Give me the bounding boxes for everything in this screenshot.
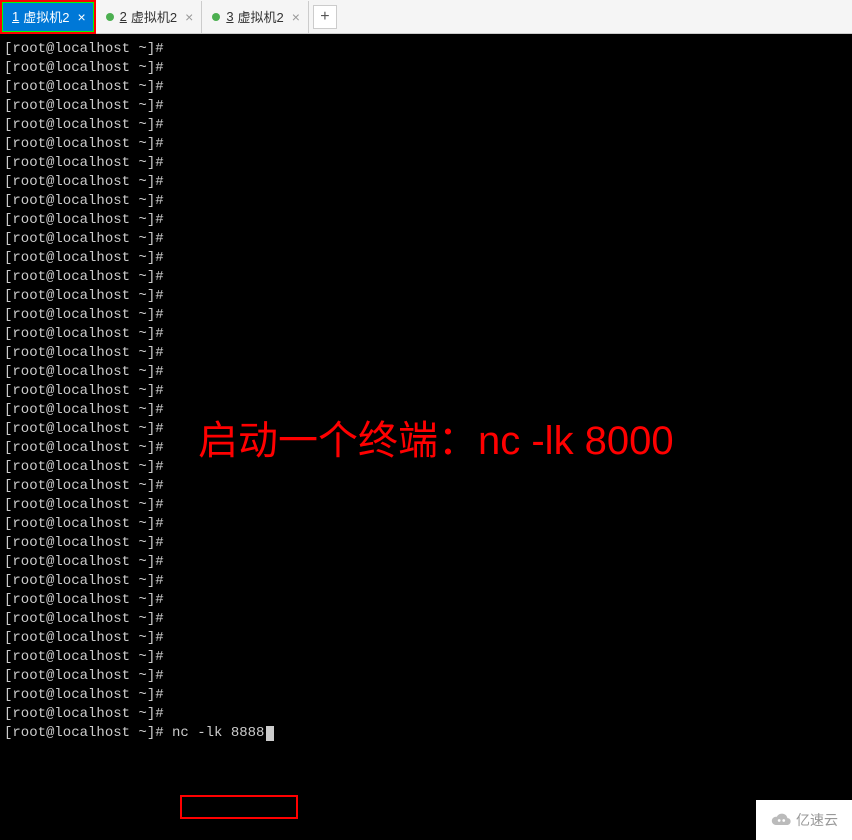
terminal-prompt-line: [root@localhost ~]#: [4, 116, 848, 135]
terminal-command-line: [root@localhost ~]# nc -lk 8888: [4, 724, 848, 743]
close-icon[interactable]: ×: [185, 9, 193, 25]
tab-bar: 1 虚拟机2 × 2 虚拟机2 × 3 虚拟机2 × +: [0, 0, 852, 34]
terminal-prompt-line: [root@localhost ~]#: [4, 78, 848, 97]
terminal-prompt-line: [root@localhost ~]#: [4, 154, 848, 173]
terminal-prompt-line: [root@localhost ~]#: [4, 515, 848, 534]
close-icon[interactable]: ×: [77, 9, 85, 25]
terminal-prompt-line: [root@localhost ~]#: [4, 591, 848, 610]
terminal-prompt-line: [root@localhost ~]#: [4, 40, 848, 59]
tab-label: 虚拟机2: [131, 7, 177, 26]
tab-number: 2: [120, 9, 127, 24]
tab-2[interactable]: 2 虚拟机2 ×: [96, 1, 203, 33]
terminal-prompt-line: [root@localhost ~]#: [4, 230, 848, 249]
terminal-prompt-line: [root@localhost ~]#: [4, 572, 848, 591]
terminal-prompt-line: [root@localhost ~]#: [4, 268, 848, 287]
tab-number: 1: [12, 9, 19, 24]
tab-number: 3: [226, 9, 233, 24]
terminal-prompt-line: [root@localhost ~]#: [4, 59, 848, 78]
status-dot-icon: [106, 13, 114, 21]
terminal-prompt-line: [root@localhost ~]#: [4, 496, 848, 515]
status-dot-icon: [212, 13, 220, 21]
terminal-prompt-line: [root@localhost ~]#: [4, 534, 848, 553]
watermark-text: 亿速云: [796, 810, 838, 830]
cloud-icon: [770, 811, 792, 829]
terminal-prompt-line: [root@localhost ~]#: [4, 287, 848, 306]
add-tab-button[interactable]: +: [313, 5, 337, 29]
terminal-output[interactable]: [root@localhost ~]#[root@localhost ~]#[r…: [0, 34, 852, 840]
terminal-prompt-line: [root@localhost ~]#: [4, 686, 848, 705]
terminal-prompt-line: [root@localhost ~]#: [4, 439, 848, 458]
terminal-prompt-line: [root@localhost ~]#: [4, 420, 848, 439]
terminal-prompt-line: [root@localhost ~]#: [4, 458, 848, 477]
terminal-prompt-line: [root@localhost ~]#: [4, 401, 848, 420]
terminal-prompt-line: [root@localhost ~]#: [4, 97, 848, 116]
terminal-prompt-line: [root@localhost ~]#: [4, 211, 848, 230]
terminal-prompt-line: [root@localhost ~]#: [4, 173, 848, 192]
terminal-prompt-line: [root@localhost ~]#: [4, 249, 848, 268]
terminal-prompt-line: [root@localhost ~]#: [4, 135, 848, 154]
terminal-prompt-line: [root@localhost ~]#: [4, 306, 848, 325]
terminal-prompt-line: [root@localhost ~]#: [4, 344, 848, 363]
terminal-prompt-line: [root@localhost ~]#: [4, 363, 848, 382]
terminal-prompt-line: [root@localhost ~]#: [4, 325, 848, 344]
terminal-prompt-line: [root@localhost ~]#: [4, 382, 848, 401]
terminal-prompt-line: [root@localhost ~]#: [4, 705, 848, 724]
terminal-prompt-line: [root@localhost ~]#: [4, 667, 848, 686]
terminal-prompt-line: [root@localhost ~]#: [4, 192, 848, 211]
tab-label: 虚拟机2: [23, 7, 69, 26]
terminal-prompt-line: [root@localhost ~]#: [4, 648, 848, 667]
terminal-prompt-line: [root@localhost ~]#: [4, 553, 848, 572]
close-icon[interactable]: ×: [292, 9, 300, 25]
cursor-icon: [266, 726, 274, 741]
tab-label: 虚拟机2: [238, 7, 284, 26]
terminal-prompt-line: [root@localhost ~]#: [4, 477, 848, 496]
watermark: 亿速云: [756, 800, 852, 840]
tab-3[interactable]: 3 虚拟机2 ×: [202, 1, 309, 33]
terminal-prompt-line: [root@localhost ~]#: [4, 629, 848, 648]
terminal-prompt-line: [root@localhost ~]#: [4, 610, 848, 629]
tab-1[interactable]: 1 虚拟机2 ×: [0, 0, 96, 34]
